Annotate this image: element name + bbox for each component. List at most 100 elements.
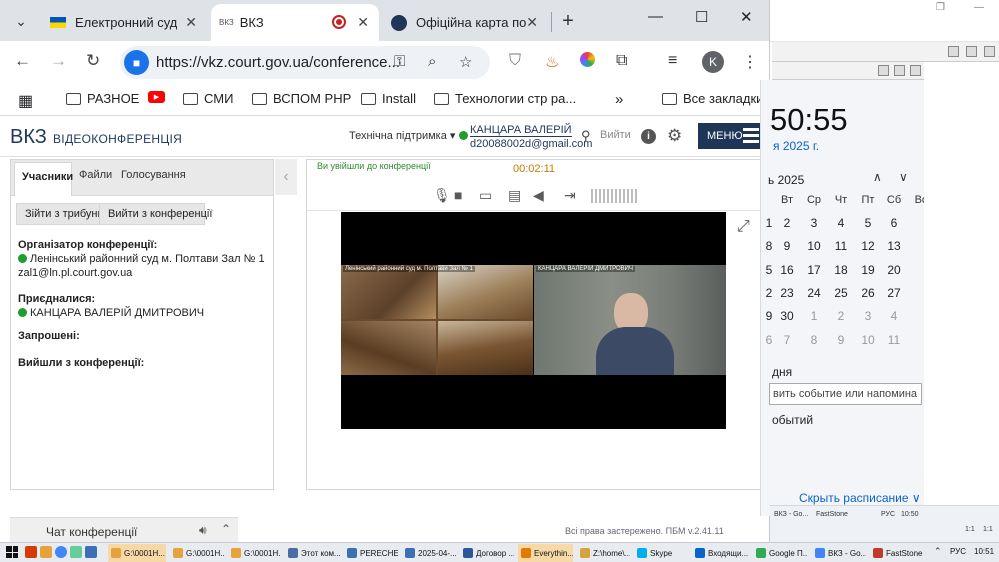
taskbar-item[interactable]: Этот ком... bbox=[285, 544, 340, 562]
key-icon[interactable]: ⚿ bbox=[394, 53, 405, 70]
bookmark-folder[interactable]: СМИ bbox=[183, 91, 233, 106]
pinned-app-icon[interactable] bbox=[55, 546, 67, 558]
window-button-icon[interactable] bbox=[984, 46, 995, 57]
user-name[interactable]: КАНЦАРА ВАЛЕРІЙ bbox=[470, 124, 572, 137]
taskbar-item[interactable]: Договор ... bbox=[460, 544, 514, 562]
fire-extension-icon[interactable]: ♨ bbox=[545, 52, 559, 72]
window-button-icon[interactable] bbox=[910, 65, 921, 76]
taskbar-item[interactable]: G:\0001Н... bbox=[108, 544, 166, 562]
menu-button[interactable]: МЕНЮ bbox=[698, 123, 764, 149]
taskbar-item[interactable]: Z:\home\... bbox=[577, 544, 630, 562]
bookmark-youtube[interactable]: ▶ bbox=[148, 91, 171, 103]
close-icon[interactable]: ✕ bbox=[526, 14, 538, 31]
taskbar-item[interactable]: G:\0001Н... bbox=[228, 544, 281, 562]
taskbar-item[interactable]: PERECHE... bbox=[344, 544, 398, 562]
bookmark-folder[interactable]: ВСПОМ PHP bbox=[252, 91, 351, 106]
taskbar-item[interactable]: FastStone bbox=[870, 544, 926, 562]
support-dropdown[interactable]: Технічна підтримка ▾ bbox=[349, 129, 455, 142]
calendar-month[interactable]: ь 2025 bbox=[768, 173, 804, 187]
document-icon[interactable]: ▤ bbox=[508, 187, 521, 204]
pinned-app-icon[interactable] bbox=[70, 546, 82, 558]
maximize-icon[interactable]: ☐ bbox=[695, 8, 708, 26]
tray-language[interactable]: РУС bbox=[881, 511, 895, 518]
clock-date[interactable]: я 2025 г. bbox=[773, 139, 819, 153]
taskbar-item[interactable]: Everythin... bbox=[518, 544, 573, 562]
tab-search-button[interactable]: ⌄ bbox=[6, 6, 36, 36]
video-tile-court[interactable]: Ленінський районний суд м. Полтави Зал №… bbox=[341, 265, 533, 375]
chevron-up-icon[interactable]: ∧ bbox=[873, 170, 882, 184]
settings-gear-icon[interactable]: ⚙ bbox=[667, 126, 682, 146]
taskbar-item[interactable]: ВКЗ - Go... bbox=[812, 544, 866, 562]
chat-bar[interactable]: Чат конференції 🔊︎ ⌃ bbox=[10, 517, 238, 542]
profile-avatar[interactable]: K bbox=[702, 51, 724, 73]
calendar-day[interactable]: 26 bbox=[857, 286, 879, 300]
calendar-day[interactable]: 2 bbox=[830, 309, 852, 323]
calendar-day[interactable]: 23 bbox=[776, 286, 798, 300]
calendar-day[interactable]: 4 bbox=[830, 216, 852, 230]
calendar-day[interactable]: 13 bbox=[883, 239, 905, 253]
color-extension-icon[interactable] bbox=[580, 52, 595, 72]
calendar-day[interactable]: 11 bbox=[883, 333, 905, 347]
forward-icon[interactable]: → bbox=[50, 51, 67, 71]
restore-icon[interactable]: ❐ bbox=[936, 2, 945, 13]
tab-official-map[interactable]: Офіційна карта по ✕ bbox=[383, 4, 548, 41]
leave-conference-button[interactable]: Вийти з конференції bbox=[99, 203, 212, 225]
extensions-puzzle-icon[interactable]: ⧉ bbox=[616, 52, 627, 70]
collapse-panel-button[interactable]: ‹ bbox=[275, 159, 297, 195]
chevron-down-icon[interactable]: ∨ bbox=[899, 170, 908, 184]
minimize-icon[interactable]: — bbox=[648, 8, 663, 25]
calendar-day[interactable]: 16 bbox=[776, 263, 798, 277]
calendar-day[interactable]: 7 bbox=[776, 333, 798, 347]
taskbar-item[interactable]: Входящи... bbox=[692, 544, 749, 562]
minimize-icon[interactable]: — bbox=[974, 2, 984, 13]
calendar-day[interactable]: 4 bbox=[883, 309, 905, 323]
tab-files[interactable]: Файли bbox=[79, 169, 112, 181]
add-event-input[interactable]: вить событие или напомина bbox=[769, 383, 922, 405]
calendar-day[interactable]: 24 bbox=[803, 286, 825, 300]
tab-voting[interactable]: Голосування bbox=[121, 169, 186, 181]
start-button-icon[interactable] bbox=[6, 546, 18, 558]
close-window-icon[interactable]: ✕ bbox=[740, 8, 753, 26]
video-tile-user[interactable]: КАНЦАРА ВАЛЕРІЙ ДМИТРОВИЧ bbox=[534, 265, 726, 375]
taskbar-item[interactable]: Skype bbox=[634, 544, 688, 562]
taskbar-item[interactable]: ВКЗ - Go... bbox=[774, 511, 808, 518]
taskbar-item[interactable]: 2025-04-... bbox=[402, 544, 456, 562]
calendar-day[interactable]: 17 bbox=[803, 263, 825, 277]
back-icon[interactable]: ← bbox=[14, 51, 31, 71]
camera-icon[interactable]: ■ bbox=[454, 187, 462, 203]
pinned-app-icon[interactable] bbox=[25, 546, 37, 558]
taskbar-item[interactable]: FastStone bbox=[816, 511, 848, 518]
close-icon[interactable]: ✕ bbox=[185, 14, 197, 31]
site-logo[interactable]: ВКЗ bbox=[10, 126, 47, 149]
calendar-day[interactable]: 18 bbox=[830, 263, 852, 277]
calendar-day[interactable]: 6 bbox=[883, 216, 905, 230]
microphone-icon[interactable]: 🎙︎ bbox=[433, 187, 451, 204]
calendar-day[interactable]: 11 bbox=[830, 239, 852, 253]
taskbar-item[interactable]: Google П... bbox=[753, 544, 808, 562]
bookmarks-overflow[interactable]: » bbox=[615, 91, 623, 108]
calendar-day[interactable]: 3 bbox=[803, 216, 825, 230]
calendar-day[interactable]: 25 bbox=[830, 286, 852, 300]
browser-menu-icon[interactable]: ⋮ bbox=[742, 52, 758, 72]
bookmark-all[interactable]: Все закладки bbox=[662, 91, 763, 106]
hide-schedule-link[interactable]: Скрыть расписание ∨ bbox=[799, 491, 921, 505]
tray-time[interactable]: 10:51 bbox=[974, 547, 994, 556]
new-tab-button[interactable]: + bbox=[553, 6, 583, 36]
calendar-day[interactable]: 9 bbox=[776, 239, 798, 253]
chevron-up-icon[interactable]: ⌃ bbox=[221, 522, 231, 536]
calendar-day[interactable]: 27 bbox=[883, 286, 905, 300]
calendar-day[interactable]: 8 bbox=[803, 333, 825, 347]
address-bar[interactable]: ■ https://vkz.court.gov.ua/conference...… bbox=[120, 46, 490, 79]
calendar-day[interactable]: 10 bbox=[857, 333, 879, 347]
tray-language[interactable]: РУС bbox=[950, 547, 966, 556]
calendar-day[interactable]: 10 bbox=[803, 239, 825, 253]
close-icon[interactable]: ✕ bbox=[357, 14, 369, 31]
apps-grid-icon[interactable]: ▦ bbox=[18, 91, 33, 111]
logout-link[interactable]: Вийти bbox=[600, 129, 631, 141]
bookmark-star-icon[interactable]: ☆ bbox=[459, 53, 472, 71]
calendar-day[interactable]: 2 bbox=[776, 216, 798, 230]
calendar-day[interactable]: 5 bbox=[857, 216, 879, 230]
tab-electronic-court[interactable]: Електронний суд ✕ bbox=[42, 4, 207, 41]
tab-vkz[interactable]: ВКЗ ВКЗ ✕ bbox=[211, 4, 379, 41]
fullscreen-icon[interactable]: ⤢ bbox=[737, 218, 750, 236]
